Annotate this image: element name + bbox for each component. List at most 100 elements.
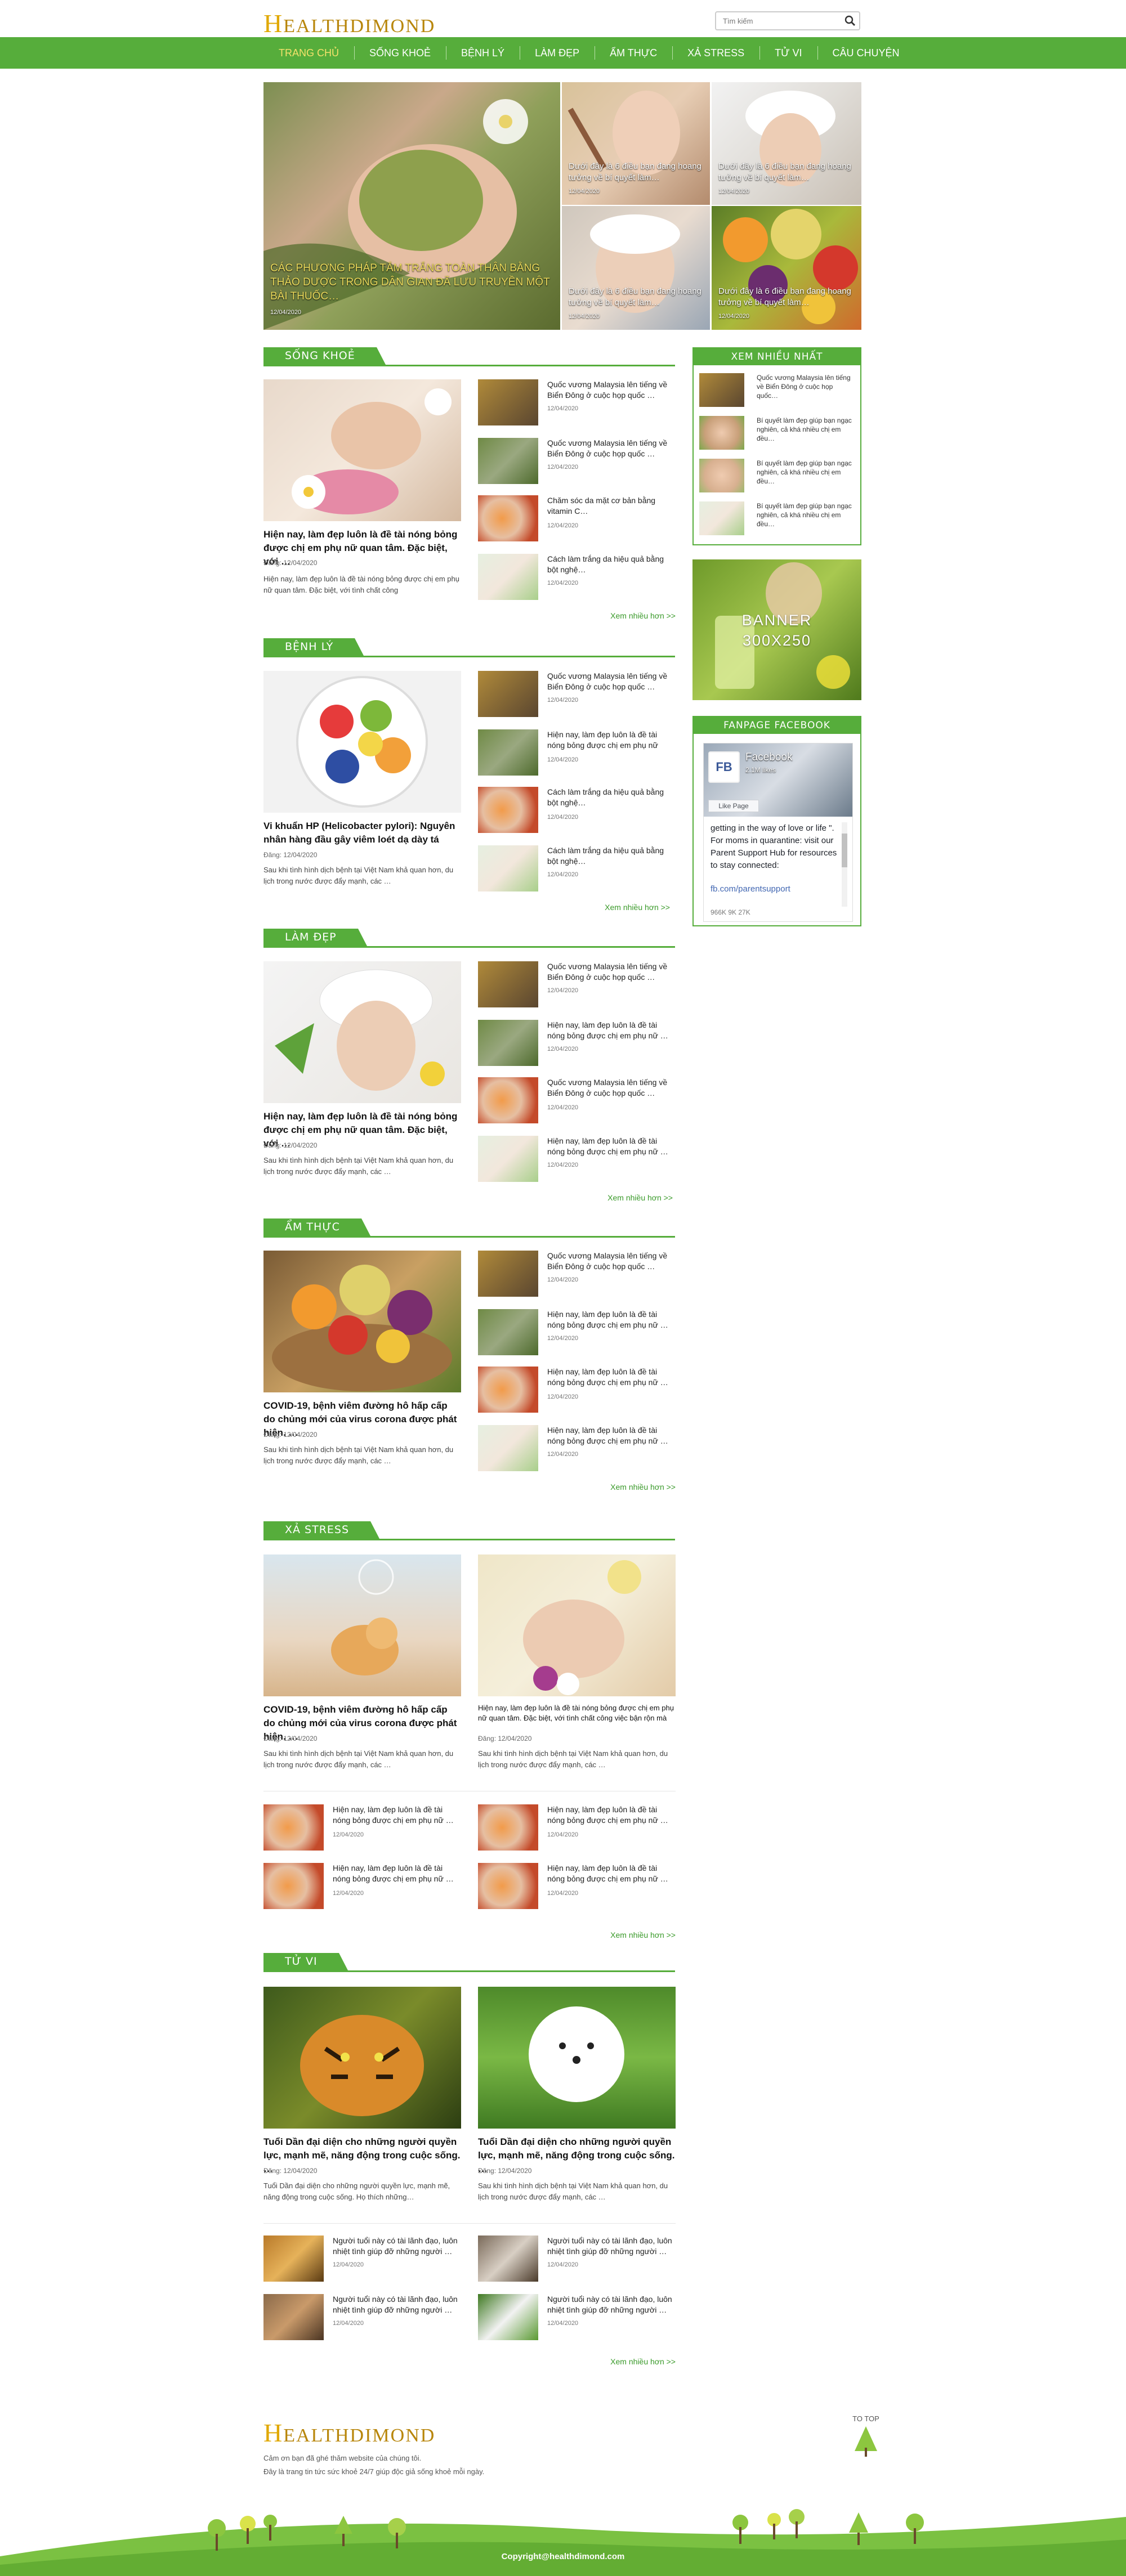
list-thumb[interactable] bbox=[478, 495, 538, 541]
section-title[interactable]: XẢ STRESS bbox=[263, 1521, 380, 1539]
list-thumb[interactable] bbox=[263, 2294, 324, 2340]
search-input[interactable] bbox=[716, 12, 834, 29]
hero-tile-4[interactable]: Dưới đây là 6 điều bạn đang hoang tưởng … bbox=[712, 206, 861, 330]
list-thumb[interactable] bbox=[478, 1077, 538, 1123]
most-viewed-item-title[interactable]: Bí quyết làm đẹp giúp bạn ngạc nghiên, c… bbox=[757, 416, 855, 443]
list-title[interactable]: Hiện nay, làm đẹp luôn là đề tài nóng bỏ… bbox=[547, 1863, 676, 1884]
section-big-title[interactable]: Vi khuẩn HP (Helicobacter pylori): Nguyê… bbox=[263, 819, 461, 846]
see-more-link[interactable]: Xem nhiều hơn >> bbox=[580, 1482, 676, 1491]
stress-right-image[interactable] bbox=[478, 1554, 676, 1696]
search-icon[interactable] bbox=[844, 15, 856, 26]
section-title[interactable]: SỐNG KHOẺ bbox=[263, 347, 386, 365]
list-thumb[interactable] bbox=[478, 787, 538, 833]
fb-page-name[interactable]: Facebook bbox=[745, 751, 792, 764]
stress-left-image[interactable] bbox=[263, 1554, 461, 1696]
list-title[interactable]: Quốc vương Malaysia lên tiếng về Biển Đô… bbox=[547, 438, 676, 459]
section-big-image[interactable] bbox=[263, 1251, 461, 1392]
nav-item-benh-ly[interactable]: BỆNH LÝ bbox=[446, 37, 520, 69]
list-thumb[interactable] bbox=[478, 554, 538, 600]
nav-item-lam-dep[interactable]: LÀM ĐẸP bbox=[520, 37, 595, 69]
see-more-link[interactable]: Xem nhiều hơn >> bbox=[580, 611, 676, 620]
list-title[interactable]: Quốc vương Malaysia lên tiếng về Biển Đô… bbox=[547, 671, 676, 692]
list-title[interactable]: Chăm sóc da mặt cơ bản bằng vitamin C… bbox=[547, 495, 676, 517]
stress-right-title[interactable]: Hiện nay, làm đẹp luôn là đề tài nóng bỏ… bbox=[478, 1703, 676, 1724]
section-big-image[interactable] bbox=[263, 379, 461, 521]
see-more-link[interactable]: Xem nhiều hơn >> bbox=[577, 1193, 673, 1202]
list-thumb[interactable] bbox=[478, 961, 538, 1007]
list-title[interactable]: Cách làm trắng da hiệu quả bằng bột nghệ… bbox=[547, 787, 676, 808]
section-title[interactable]: BỆNH LÝ bbox=[263, 638, 364, 656]
list-title[interactable]: Người tuổi này có tài lãnh đạo, luôn nhi… bbox=[547, 2294, 676, 2315]
fb-post-link[interactable]: fb.com/parentsupport bbox=[711, 884, 790, 894]
most-viewed-item-title[interactable]: Quốc vương Malaysia lên tiếng về Biển Đô… bbox=[757, 373, 855, 400]
list-title[interactable]: Hiện nay, làm đẹp luôn là đề tài nóng bỏ… bbox=[547, 729, 676, 751]
list-thumb[interactable] bbox=[478, 671, 538, 717]
section-title[interactable]: ẨM THỰC bbox=[263, 1218, 370, 1236]
hero-tile-title[interactable]: Dưới đây là 6 điều bạn đang hoang tưởng … bbox=[569, 162, 701, 182]
to-top-button[interactable]: TO TOP bbox=[850, 2414, 882, 2458]
hero-main-article[interactable]: CÁC PHƯƠNG PHÁP TẮM TRẮNG TOÀN THÂN BẰNG… bbox=[263, 82, 560, 330]
nav-item-am-thuc[interactable]: ẨM THỰC bbox=[595, 37, 672, 69]
nav-item-home[interactable]: TRANG CHỦ bbox=[263, 37, 354, 69]
most-viewed-thumb[interactable] bbox=[699, 373, 744, 407]
hero-tile-2[interactable]: Dưới đây là 6 điều bạn đang hoang tưởng … bbox=[712, 82, 861, 205]
hero-tile-1[interactable]: Dưới đây là 6 điều bạn đang hoang tưởng … bbox=[562, 82, 710, 205]
list-title[interactable]: Hiện nay, làm đẹp luôn là đề tài nóng bỏ… bbox=[547, 1309, 676, 1330]
tuvi-right-image[interactable] bbox=[478, 1987, 676, 2129]
fb-scrollbar[interactable] bbox=[842, 822, 847, 907]
list-title[interactable]: Hiện nay, làm đẹp luôn là đề tài nóng bỏ… bbox=[547, 1425, 676, 1446]
list-title[interactable]: Hiện nay, làm đẹp luôn là đề tài nóng bỏ… bbox=[547, 1367, 676, 1388]
hero-tile-title[interactable]: Dưới đây là 6 điều bạn đang hoang tưởng … bbox=[718, 162, 851, 182]
list-thumb[interactable] bbox=[478, 1863, 538, 1909]
list-title[interactable]: Người tuổi này có tài lãnh đạo, luôn nhi… bbox=[547, 2235, 676, 2257]
list-title[interactable]: Quốc vương Malaysia lên tiếng về Biển Đô… bbox=[547, 961, 676, 983]
most-viewed-thumb[interactable] bbox=[699, 459, 744, 492]
nav-item-xa-stress[interactable]: XẢ STRESS bbox=[672, 37, 759, 69]
section-title[interactable]: LÀM ĐẸP bbox=[263, 929, 367, 946]
see-more-link[interactable]: Xem nhiều hơn >> bbox=[580, 1930, 676, 1939]
list-title[interactable]: Người tuổi này có tài lãnh đạo, luôn nhi… bbox=[333, 2294, 461, 2315]
list-thumb[interactable] bbox=[478, 2235, 538, 2282]
list-thumb[interactable] bbox=[478, 1367, 538, 1413]
section-title[interactable]: TỬ VI bbox=[263, 1953, 348, 1970]
most-viewed-thumb[interactable] bbox=[699, 416, 744, 450]
nav-item-tu-vi[interactable]: TỬ VI bbox=[759, 37, 817, 69]
list-title[interactable]: Hiện nay, làm đẹp luôn là đề tài nóng bỏ… bbox=[547, 1804, 676, 1826]
list-title[interactable]: Hiện nay, làm đẹp luôn là đề tài nóng bỏ… bbox=[547, 1136, 676, 1157]
list-thumb[interactable] bbox=[263, 1863, 324, 1909]
list-thumb[interactable] bbox=[263, 2235, 324, 2282]
nav-item-song-khoe[interactable]: SỐNG KHOẺ bbox=[354, 37, 446, 69]
ad-banner[interactable]: BANNER 300X250 bbox=[692, 559, 861, 700]
list-thumb[interactable] bbox=[478, 1309, 538, 1355]
list-thumb[interactable] bbox=[478, 729, 538, 776]
list-thumb[interactable] bbox=[478, 1804, 538, 1851]
see-more-link[interactable]: Xem nhiều hơn >> bbox=[574, 903, 670, 912]
list-thumb[interactable] bbox=[478, 379, 538, 425]
hero-tile-3[interactable]: Dưới đây là 6 điều bạn đang hoang tưởng … bbox=[562, 206, 710, 330]
section-big-image[interactable] bbox=[263, 671, 461, 813]
list-title[interactable]: Quốc vương Malaysia lên tiếng về Biển Đô… bbox=[547, 1251, 676, 1272]
list-thumb[interactable] bbox=[478, 845, 538, 891]
list-title[interactable]: Người tuổi này có tài lãnh đạo, luôn nhi… bbox=[333, 2235, 461, 2257]
list-title[interactable]: Quốc vương Malaysia lên tiếng về Biển Đô… bbox=[547, 379, 676, 401]
hero-main-title[interactable]: CÁC PHƯƠNG PHÁP TẮM TRẮNG TOÀN THÂN BẰNG… bbox=[270, 262, 549, 302]
most-viewed-item-title[interactable]: Bí quyết làm đẹp giúp bạn ngạc nghiên, c… bbox=[757, 501, 855, 528]
list-thumb[interactable] bbox=[263, 1804, 324, 1851]
list-title[interactable]: Hiện nay, làm đẹp luôn là đề tài nóng bỏ… bbox=[333, 1863, 461, 1884]
hero-tile-title[interactable]: Dưới đây là 6 điều bạn đang hoang tưởng … bbox=[569, 286, 701, 307]
most-viewed-thumb[interactable] bbox=[699, 501, 744, 535]
list-thumb[interactable] bbox=[478, 1020, 538, 1066]
list-thumb[interactable] bbox=[478, 1136, 538, 1182]
hero-tile-title[interactable]: Dưới đây là 6 điều bạn đang hoang tưởng … bbox=[718, 286, 851, 307]
nav-item-cau-chuyen[interactable]: CÂU CHUYỆN bbox=[817, 37, 915, 69]
list-title[interactable]: Hiện nay, làm đẹp luôn là đề tài nóng bỏ… bbox=[333, 1804, 461, 1826]
list-title[interactable]: Hiện nay, làm đẹp luôn là đề tài nóng bỏ… bbox=[547, 1020, 676, 1041]
list-title[interactable]: Cách làm trắng da hiệu quả bằng bột nghệ… bbox=[547, 554, 676, 575]
tuvi-left-image[interactable] bbox=[263, 1987, 461, 2129]
list-title[interactable]: Cách làm trắng da hiệu quả bằng bột nghệ… bbox=[547, 845, 676, 867]
list-thumb[interactable] bbox=[478, 2294, 538, 2340]
facebook-embed[interactable]: FB Facebook 2.1M likes Like Page getting… bbox=[703, 743, 853, 922]
footer-logo[interactable]: HEALTHDIMOND bbox=[263, 2418, 435, 2448]
section-big-image[interactable] bbox=[263, 961, 461, 1103]
fb-like-button[interactable]: Like Page bbox=[708, 800, 759, 812]
